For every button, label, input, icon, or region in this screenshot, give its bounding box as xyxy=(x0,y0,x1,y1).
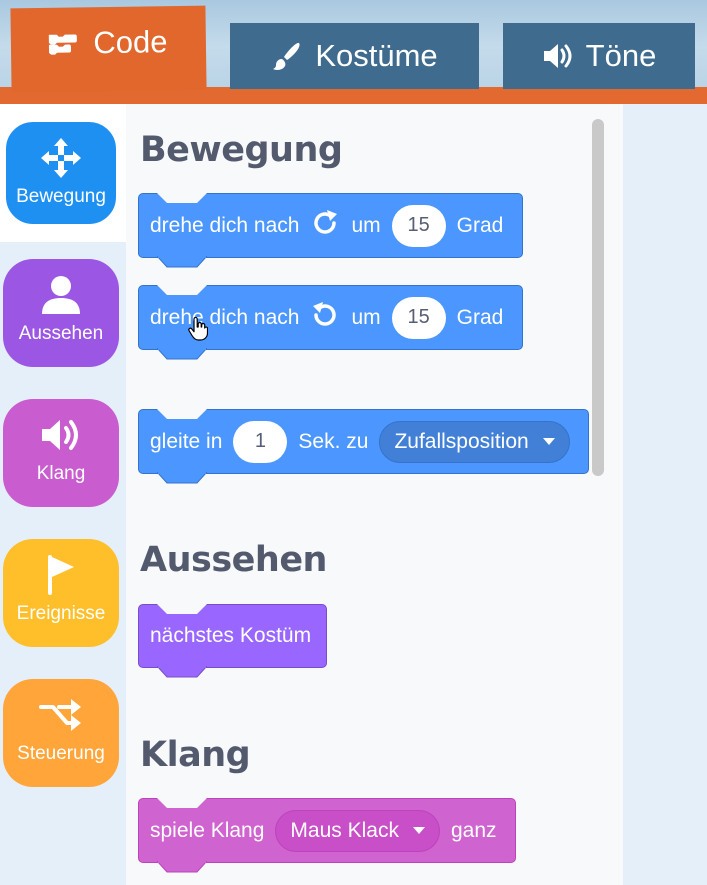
block-notch xyxy=(157,604,207,614)
block-notch xyxy=(157,666,207,678)
category-events[interactable]: Ereignisse xyxy=(3,539,119,647)
script-area[interactable] xyxy=(623,104,707,885)
chevron-down-icon xyxy=(412,827,425,834)
move-arrows-icon xyxy=(40,136,82,180)
block-text: gleite in xyxy=(150,429,223,453)
block-text: Grad xyxy=(456,305,504,329)
speaker-icon xyxy=(542,41,574,71)
block-notch xyxy=(157,285,207,295)
speaker-icon xyxy=(40,413,82,457)
block-text: drehe dich nach xyxy=(150,305,300,329)
block-notch xyxy=(157,472,207,484)
degrees-input[interactable]: 15 xyxy=(391,204,446,247)
block-text: nächstes Kostüm xyxy=(150,624,312,647)
category-label: Bewegung xyxy=(16,186,106,207)
block-text: Sek. zu xyxy=(298,429,369,453)
hand-pointer-icon xyxy=(188,316,209,345)
section-title-motion: Bewegung xyxy=(140,130,343,170)
category-motion[interactable]: Bewegung xyxy=(3,119,119,227)
palette-scrollbar[interactable] xyxy=(592,119,604,476)
shuffle-arrows-icon xyxy=(39,693,83,737)
block-notch xyxy=(157,193,207,203)
paintbrush-icon xyxy=(271,40,303,72)
block-play-sound-until-done[interactable]: spiele Klang Maus Klack ganz xyxy=(138,798,516,873)
tab-costumes-label: Kostüme xyxy=(315,38,438,73)
editor-tab-bar: Code Kostüme Töne xyxy=(0,0,707,104)
chevron-down-icon xyxy=(542,438,555,445)
code-blocks-icon xyxy=(49,32,81,55)
block-text: drehe dich nach xyxy=(150,213,300,237)
block-notch xyxy=(157,256,207,268)
category-sound[interactable]: Klang xyxy=(3,399,119,507)
category-control[interactable]: Steuerung xyxy=(3,679,119,787)
section-title-sound: Klang xyxy=(140,735,251,775)
category-label: Klang xyxy=(36,463,86,484)
block-text: ganz xyxy=(450,818,497,842)
block-turn-right[interactable]: drehe dich nach um 15 Grad xyxy=(138,193,523,268)
tab-costumes[interactable]: Kostüme xyxy=(230,23,479,89)
category-looks[interactable]: Aussehen xyxy=(3,259,119,367)
block-notch xyxy=(157,409,207,419)
tab-sounds[interactable]: Töne xyxy=(503,23,695,89)
tab-code-label: Code xyxy=(93,24,168,61)
category-label: Ereignisse xyxy=(16,603,106,624)
block-text: spiele Klang xyxy=(150,818,265,842)
block-next-costume[interactable]: nächstes Kostüm xyxy=(138,604,327,678)
degrees-input[interactable]: 15 xyxy=(391,296,446,339)
block-text: um xyxy=(351,213,381,237)
block-notch xyxy=(157,798,207,808)
tab-sounds-label: Töne xyxy=(585,38,657,73)
block-notch xyxy=(157,861,207,873)
target-dropdown[interactable]: Zufallsposition xyxy=(379,420,570,463)
block-text: um xyxy=(351,305,381,329)
seconds-input[interactable]: 1 xyxy=(233,420,288,463)
block-notch xyxy=(157,348,207,360)
block-glide-to[interactable]: gleite in 1 Sek. zu Zufallsposition xyxy=(138,409,589,484)
section-title-looks: Aussehen xyxy=(140,540,327,580)
category-label: Aussehen xyxy=(18,323,104,344)
rotate-right-icon xyxy=(310,208,340,244)
dropdown-value: Zufallsposition xyxy=(394,429,529,453)
dropdown-value: Maus Klack xyxy=(290,818,399,842)
flag-icon xyxy=(44,553,78,597)
sound-dropdown[interactable]: Maus Klack xyxy=(275,809,440,852)
rotate-left-icon xyxy=(310,300,340,336)
tab-code[interactable]: Code xyxy=(10,5,207,93)
person-icon xyxy=(40,273,82,317)
block-text: Grad xyxy=(456,213,504,237)
category-label: Steuerung xyxy=(17,743,105,764)
